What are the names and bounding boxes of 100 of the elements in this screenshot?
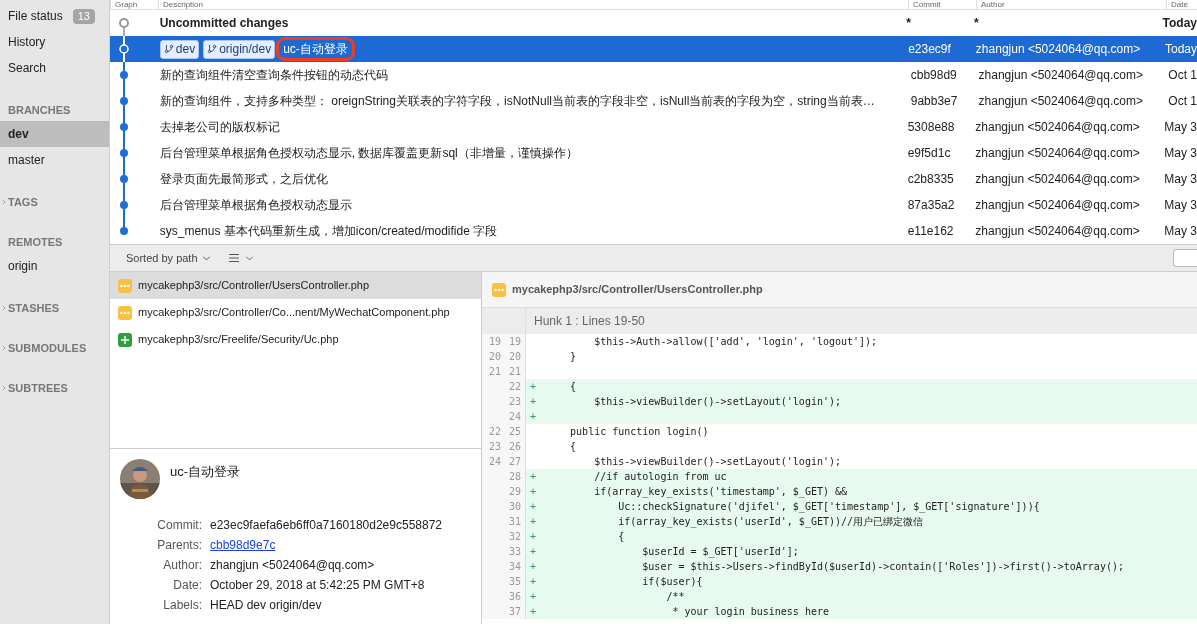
modified-file-icon [118,278,132,293]
sort-dropdown[interactable]: Sorted by path [126,249,212,267]
commit-message: 新的查询组件清空查询条件按钮的动态代码 [159,67,388,84]
line-number: 22 [482,424,504,439]
column-header[interactable]: Commit [908,0,976,9]
commit-row[interactable]: Uncommitted changes * * Today [110,10,1197,36]
diff-sign: + [529,380,538,394]
sidebar-nav-item[interactable]: History [0,29,109,55]
commit-message: 后台管理菜单根据角色授权动态显示 [159,197,352,214]
sidebar-item[interactable]: dev [0,121,109,147]
line-number: 36 [504,589,526,604]
code-text: public function login() [569,425,709,439]
line-number: 22 [504,379,526,394]
commit-message: 新的查询组件，支持多种类型： oreignString关联表的字符字段，isNotNull当前表的字段非空，isNull当前表的字段为空，string当前表… [159,93,875,110]
commit-row[interactable]: 去掉老公司的版权标记 5308e88 zhangjun <5024064@qq.com> May 3 [110,114,1197,140]
collapsed-icon[interactable] [0,384,8,392]
commit-date: Today [1163,41,1197,58]
commit-author: zhangjun <5024064@qq.com> [974,41,1142,58]
commit-date: May 3 [1163,197,1197,214]
graph-node-icon [119,62,129,88]
file-row[interactable]: mycakephp3/src/Freelife/Security/Uc.php [110,326,481,353]
line-number: 24 [482,454,504,469]
commit-message: Uncommitted changes [159,15,289,32]
sidebar-nav-item[interactable]: File status 13 [0,3,109,29]
branch-label[interactable]: origin/dev [203,39,276,59]
diff-sign: + [529,590,538,604]
commit-date: May 3 [1163,119,1197,136]
field-value: e23ec9faefa6eb6ff0a7160180d2e9c558872 [210,517,443,534]
commit-hash: 87a35a2 [906,197,956,214]
commit-message: uc-自动登录 [279,40,352,58]
collapsed-icon[interactable] [0,198,8,206]
commit-date: Oct 1 [1167,93,1197,110]
section-title: STASHES [8,300,60,316]
code-text: if($user){ [641,575,703,589]
commit-hash: e11e162 [906,223,955,240]
commit-hash: cbb98d9 [909,67,958,84]
commit-row[interactable]: 新的查询组件，支持多种类型： oreignString关联表的字符字段，isNotNull当前表的字段非空，isNull当前表的字段为空，string当前表… 9abb3e7 zhangjun <5024064@qq.com> Oct 1 [110,88,1197,114]
commit-message: sys_menus 基本代码重新生成，增加icon/created/modifide 字段 [159,223,498,240]
sidebar-item[interactable]: origin [0,253,109,279]
collapsed-icon[interactable] [0,344,8,352]
commit-row[interactable]: 登录页面先最简形式，之后优化 c2b8335 zhangjun <5024064@qq.com> May 3 [110,166,1197,192]
parent-link[interactable]: cbb98d9e7c [210,535,481,555]
line-number: 25 [504,424,526,439]
hunk-header: Hunk 1 : Lines 19-50 [533,313,645,330]
column-header[interactable]: Graph [110,0,158,9]
field-label: Parents: [156,537,202,554]
sidebar-item[interactable]: master [0,147,109,173]
added-file-icon [118,332,132,347]
line-number: 23 [504,394,526,409]
code-text: $this->Auth->allow(['add', 'login', 'logout']); [593,335,878,349]
column-header[interactable]: Description [158,0,908,9]
field-label: Labels: [162,597,202,614]
count-badge: 13 [72,8,95,24]
commit-date: May 3 [1163,145,1197,162]
code-text: { [569,380,577,394]
commit-row[interactable]: 后台管理菜单根据角色授权动态显示 87a35a2 zhangjun <5024064@qq.com> May 3 [110,192,1197,218]
diff-sign: + [529,560,538,574]
commit-date: Today [1161,15,1197,32]
section-title: TAGS [8,194,38,210]
field-value: zhangjun <5024064@qq.com> [210,557,376,574]
file-row[interactable]: mycakephp3/src/Controller/Co...nent/MyWechatComponent.php [110,299,481,326]
diff-file-path: mycakephp3/src/Controller/UsersController.php [512,282,763,298]
line-number: 26 [504,439,526,454]
line-number: 30 [504,499,526,514]
search-field[interactable] [1173,249,1197,267]
commit-row[interactable]: sys_menus 基本代码重新生成，增加icon/created/modifide 字段 e11e162 zhangjun <5024064@qq.com> May 3 [110,218,1197,244]
column-header[interactable]: Author [976,0,1166,9]
commit-author: zhangjun <5024064@qq.com> [977,93,1144,110]
section-title: SUBTREES [8,380,68,396]
line-number: 37 [504,604,526,619]
commit-author: zhangjun <5024064@qq.com> [974,223,1141,240]
field-value: October 29, 2018 at 5:42:25 PM GMT+8 [210,577,426,594]
code-text: $user = $this->Users->findById($userId)->contain(['Roles'])->first()->toArray(); [641,560,1124,574]
sidebar-nav-item[interactable]: Search [0,55,109,81]
line-number: 27 [504,454,526,469]
modified-file-icon [492,282,506,297]
column-header[interactable]: Date [1166,0,1197,9]
commit-row[interactable]: 新的查询组件清空查询条件按钮的动态代码 cbb98d9 zhangjun <5024064@qq.com> Oct 1 [110,62,1197,88]
field-value: HEAD dev origin/dev [210,597,323,614]
collapsed-icon[interactable] [0,304,8,312]
line-number: 23 [482,439,504,454]
commit-row[interactable]: 后台管理菜单根据角色授权动态显示, 数据库覆盖更新sql（非增量，谨慎操作） e9f5d1c zhangjun <5024064@qq.com> May 3 [110,140,1197,166]
commit-hash: c2b8335 [906,171,955,188]
diff-sign: + [529,485,538,499]
section-title: SUBMODULES [8,340,87,356]
line-number: 31 [504,514,526,529]
branch-label[interactable]: dev [159,39,200,59]
commit-title: uc-自动登录 [170,463,241,481]
field-label: Author: [162,557,202,574]
commit-date: May 3 [1163,171,1197,188]
branch-icon [207,44,218,54]
commit-row[interactable]: dev origin/dev uc-自动登录 e23ec9f zhangjun <5024064@qq.com> Today [110,36,1197,62]
code-text: /** [665,590,685,604]
file-row[interactable]: mycakephp3/src/Controller/UsersController.php [110,272,481,299]
graph-node-icon [119,88,129,114]
commit-hash: e9f5d1c [906,145,952,162]
branch-icon [163,44,174,54]
view-mode-dropdown[interactable] [227,252,255,264]
line-number: 21 [504,364,526,379]
line-number: 20 [482,349,504,364]
